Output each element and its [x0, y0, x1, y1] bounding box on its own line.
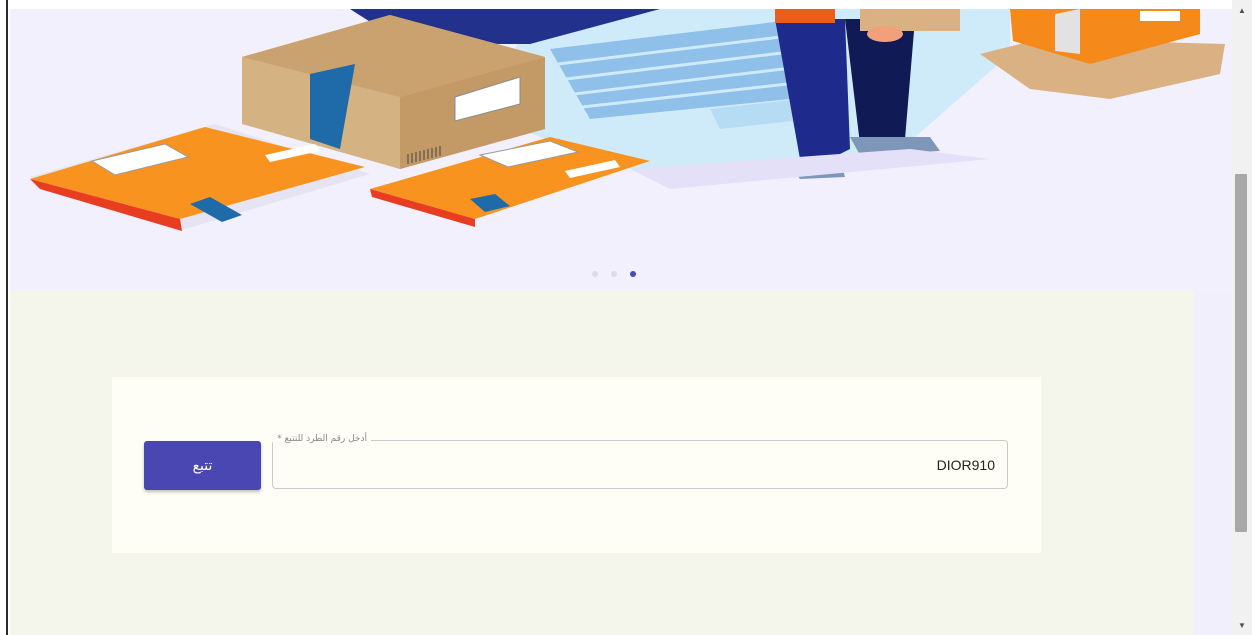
hero-carousel [10, 9, 1232, 291]
open-box-label [1140, 11, 1180, 21]
track-button[interactable]: تتبع [144, 441, 261, 490]
carousel-dot-3-active[interactable] [630, 271, 636, 277]
tracking-number-input[interactable] [273, 441, 1007, 488]
carousel-dot-1[interactable] [592, 271, 598, 277]
carousel-dot-2[interactable] [611, 271, 617, 277]
window-top-strip [8, 0, 1232, 9]
window-left-border [0, 0, 8, 635]
open-box-tape [1055, 9, 1080, 54]
tracking-number-field[interactable]: أدخل رقم الطرد للتتبع * [272, 434, 1008, 489]
tracking-section: تتبع أدخل رقم الطرد للتتبع * [10, 291, 1194, 635]
page-viewport: تتبع أدخل رقم الطرد للتتبع * [10, 9, 1232, 635]
hero-illustration [30, 9, 1225, 231]
scroll-down-arrow-icon[interactable]: ▼ [1232, 617, 1252, 633]
scrollbar-thumb[interactable] [1235, 174, 1247, 532]
tracking-card: تتبع أدخل رقم الطرد للتتبع * [112, 377, 1041, 553]
carousel-indicators [592, 271, 636, 277]
scroll-up-arrow-icon[interactable]: ▲ [1232, 2, 1252, 18]
vertical-scrollbar[interactable]: ▲ ▼ [1232, 0, 1252, 635]
person-hand [867, 26, 903, 42]
person-shirt [775, 9, 835, 23]
